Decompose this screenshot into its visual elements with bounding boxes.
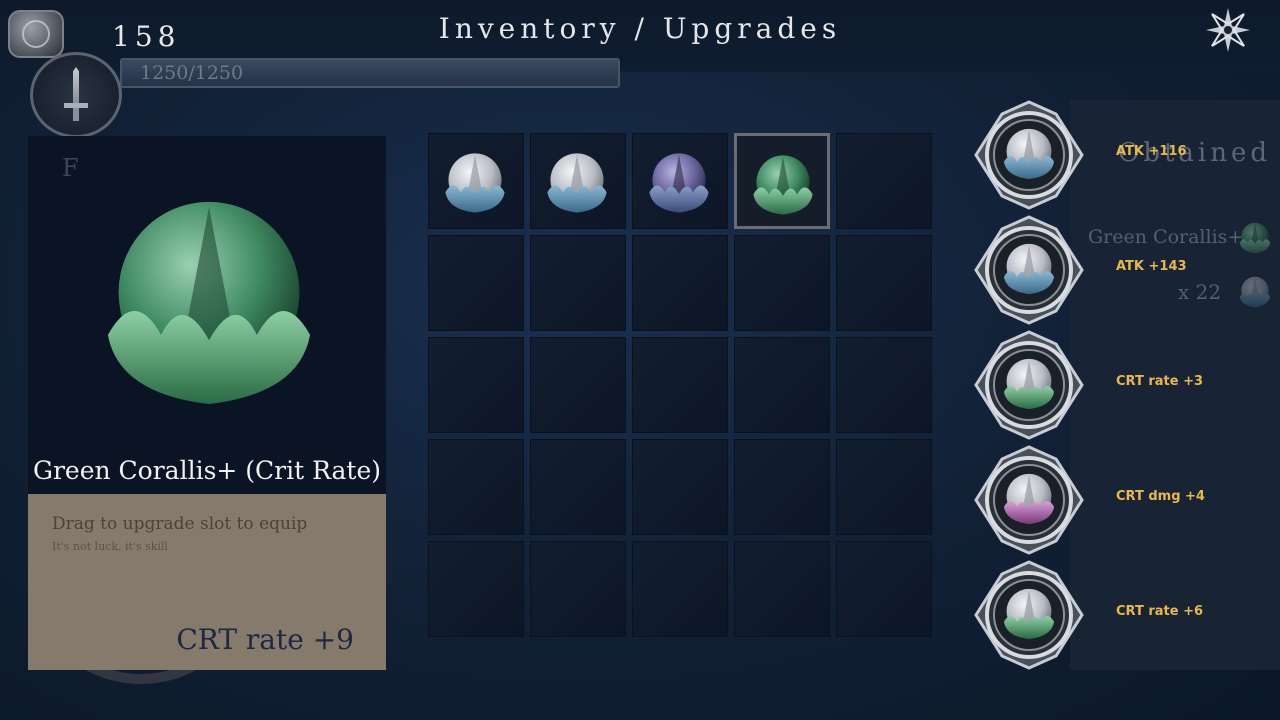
inventory-slot[interactable] — [632, 133, 728, 229]
upgrade-slot[interactable]: CRT rate +6 — [970, 560, 1280, 670]
item-description-box: Drag to upgrade slot to equip It's not l… — [28, 494, 386, 684]
inventory-slot[interactable] — [632, 235, 728, 331]
inventory-slot[interactable] — [530, 541, 626, 637]
sword-weapon-icon — [30, 52, 122, 138]
inventory-slot[interactable] — [734, 439, 830, 535]
inventory-slot[interactable] — [836, 235, 932, 331]
upgrade-slot[interactable]: ATK +116 — [970, 100, 1280, 210]
upgrade-stat: ATK +116 — [1116, 144, 1187, 159]
inventory-slot[interactable] — [734, 133, 830, 229]
corallis-white-blue-icon[interactable] — [537, 144, 617, 222]
inventory-slot[interactable] — [530, 133, 626, 229]
upgrade-slots-panel: Obtained Green Corallis+ x 22 ATK +116 AT… — [970, 100, 1280, 670]
inventory-slot[interactable] — [836, 541, 932, 637]
inventory-slot[interactable] — [836, 133, 932, 229]
inventory-slot[interactable] — [632, 439, 728, 535]
inventory-slot[interactable] — [632, 541, 728, 637]
inventory-grid — [428, 133, 934, 641]
upgrade-slot-frame-icon[interactable] — [974, 560, 1084, 670]
item-stat: CRT rate +9 — [176, 623, 354, 656]
inventory-slot[interactable] — [428, 541, 524, 637]
flavor-text: It's not luck, it's skill — [52, 540, 168, 553]
upgrade-slot-frame-icon[interactable] — [974, 215, 1084, 325]
inventory-slot[interactable] — [428, 133, 524, 229]
corallis-green-icon[interactable] — [743, 146, 823, 224]
hp-bar: 1250/1250 — [120, 58, 620, 88]
upgrade-slot-frame-icon[interactable] — [974, 330, 1084, 440]
inventory-slot[interactable] — [428, 337, 524, 433]
green-corallis-large-icon — [76, 162, 342, 444]
upgrade-stat: CRT rate +6 — [1116, 604, 1204, 619]
upgrade-slot-frame-icon[interactable] — [974, 100, 1084, 210]
page-title: Inventory / Upgrades — [438, 12, 842, 45]
upgrade-slot[interactable]: ATK +143 — [970, 215, 1280, 325]
upgrade-slot[interactable]: CRT dmg +4 — [970, 445, 1280, 555]
upgrade-stat: ATK +143 — [1116, 259, 1187, 274]
inventory-slot[interactable] — [734, 541, 830, 637]
inventory-slot[interactable] — [530, 235, 626, 331]
close-shuriken-icon[interactable] — [1204, 6, 1252, 54]
inventory-slot[interactable] — [836, 337, 932, 433]
corallis-white-blue-icon[interactable] — [435, 144, 515, 222]
inventory-slot[interactable] — [734, 235, 830, 331]
upgrade-stat: CRT dmg +4 — [1116, 489, 1205, 504]
item-detail-panel: F Green Corallis+ (Crit Rate) Drag to up… — [28, 136, 386, 684]
hp-text: 1250/1250 — [140, 62, 244, 84]
upgrade-stat: CRT rate +3 — [1116, 374, 1204, 389]
rose-watermark — [46, 534, 236, 684]
equip-hint: Drag to upgrade slot to equip — [52, 514, 308, 534]
inventory-slot[interactable] — [428, 439, 524, 535]
item-name: Green Corallis+ (Crit Rate) — [32, 456, 382, 485]
inventory-slot[interactable] — [428, 235, 524, 331]
inventory-slot[interactable] — [530, 439, 626, 535]
upgrade-slot-frame-icon[interactable] — [974, 445, 1084, 555]
inventory-slot[interactable] — [734, 337, 830, 433]
inventory-slot[interactable] — [632, 337, 728, 433]
inventory-slot[interactable] — [836, 439, 932, 535]
inventory-slot[interactable] — [530, 337, 626, 433]
corallis-purple-icon[interactable] — [639, 144, 719, 222]
upgrade-slot[interactable]: CRT rate +3 — [970, 330, 1280, 440]
